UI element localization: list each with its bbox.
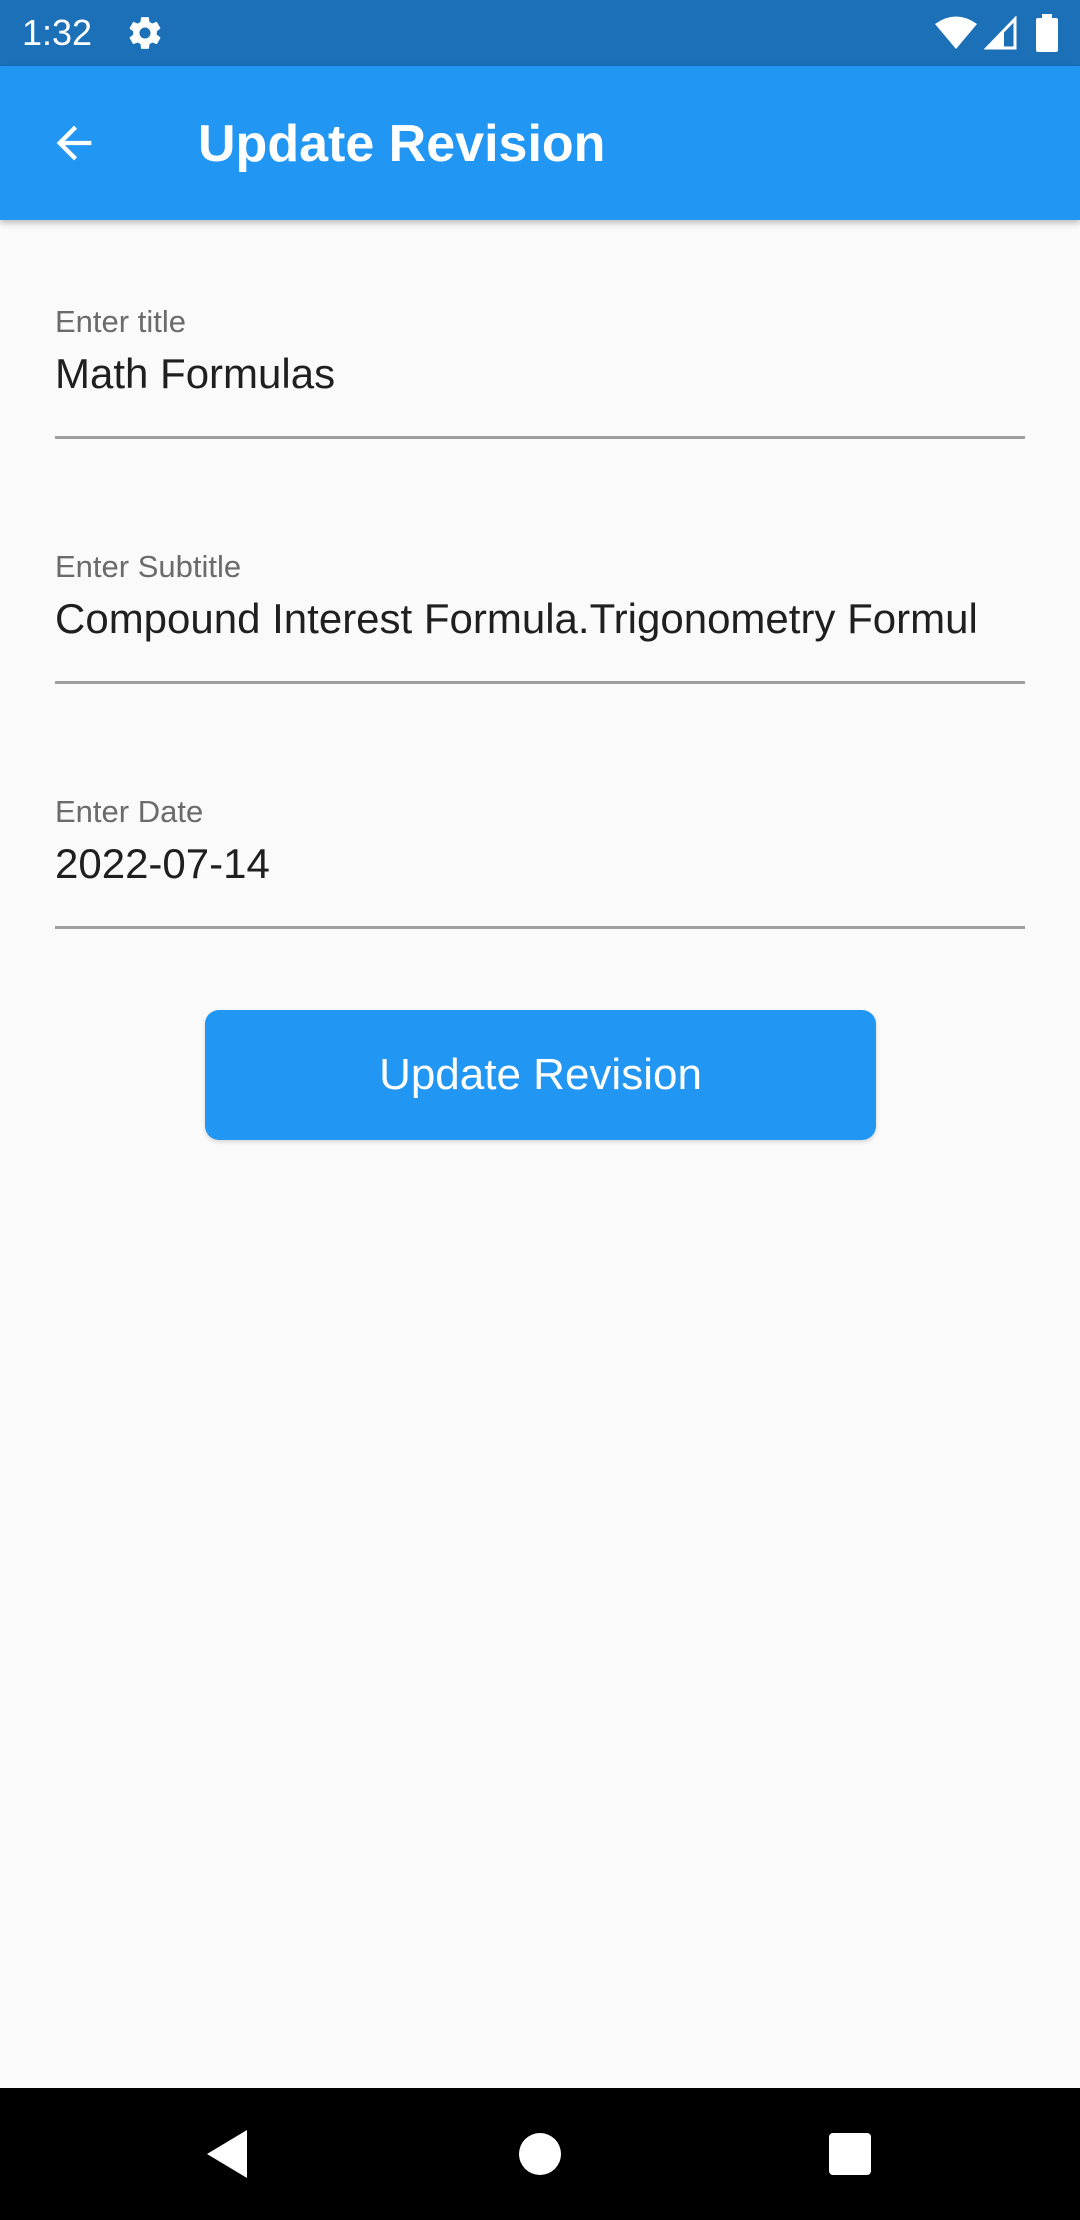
title-input[interactable] [55, 347, 1025, 401]
back-button[interactable] [40, 109, 108, 177]
status-time: 1:32 [22, 12, 93, 53]
date-field[interactable]: Enter Date [55, 793, 1025, 929]
page-title: Update Revision [198, 115, 606, 173]
signal-icon [984, 16, 1017, 50]
back-triangle-icon[interactable] [203, 2128, 249, 2180]
recents-square-icon[interactable] [829, 2133, 871, 2175]
app-bar: Update Revision [0, 66, 1080, 220]
date-field-label: Enter Date [55, 794, 204, 829]
gear-icon [129, 17, 161, 49]
battery-icon [1036, 14, 1058, 52]
date-input[interactable] [55, 837, 1025, 891]
wifi-icon [935, 16, 977, 49]
home-circle-icon[interactable] [518, 2132, 562, 2176]
title-field[interactable]: Enter title [55, 303, 1025, 439]
system-nav-bar [0, 2088, 1080, 2220]
arrow-back-icon [56, 125, 92, 161]
update-revision-button[interactable]: Update Revision [205, 1010, 876, 1140]
subtitle-field-label: Enter Subtitle [55, 549, 242, 584]
status-bar: 1:32 [0, 0, 1080, 66]
subtitle-input[interactable] [55, 592, 1025, 646]
title-field-label: Enter title [55, 304, 186, 339]
subtitle-field[interactable]: Enter Subtitle [55, 548, 1025, 684]
